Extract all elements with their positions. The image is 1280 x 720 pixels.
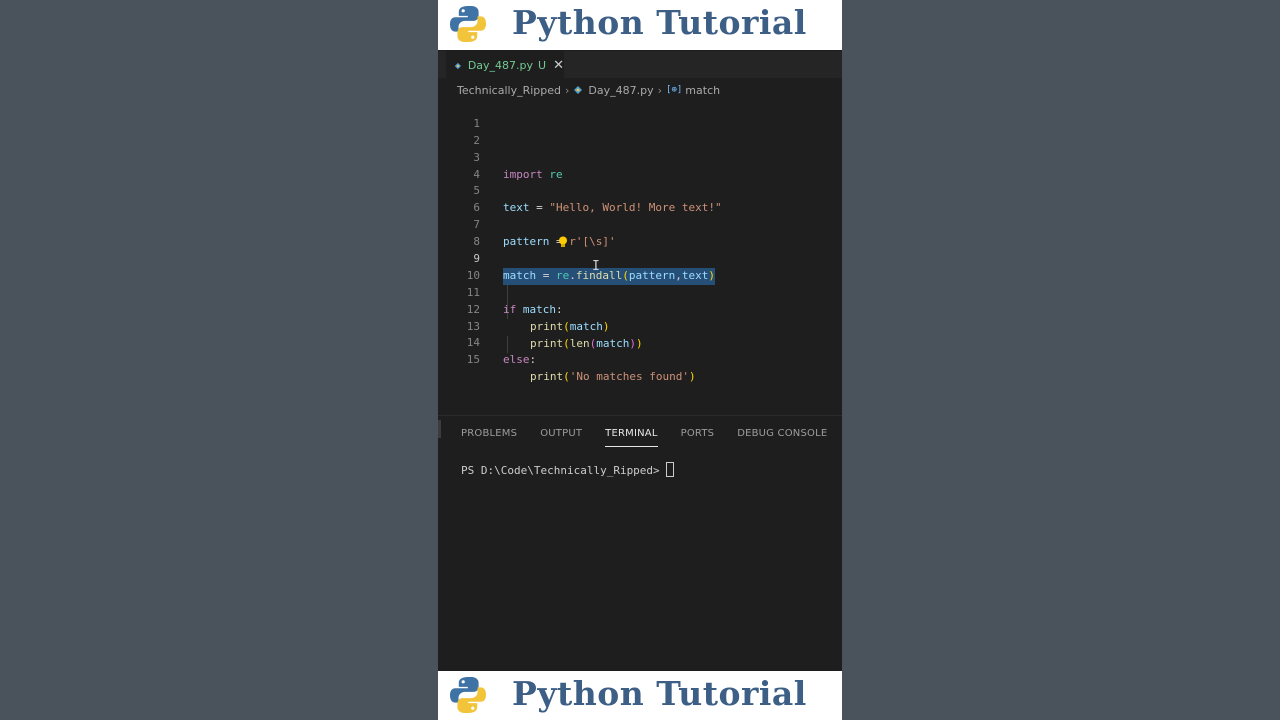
code-line: 1 [438, 99, 842, 130]
code-line: 7 pattern = r'[\s]' [438, 200, 842, 248]
code-line: 4 [438, 150, 842, 181]
terminal-cursor [665, 462, 674, 477]
python-file-icon [454, 62, 462, 69]
code-text: print('No matches found') [530, 370, 696, 384]
editor-tab-bar: Day_487.py U ✕ [438, 51, 842, 79]
line-number: 15 [466, 353, 480, 367]
code-line: 15 print('No matches found') [438, 335, 842, 383]
tab-filename: Day_487.py [467, 59, 534, 72]
bottom-banner: Python Tutorial [438, 671, 842, 720]
code-line: 8 [438, 217, 842, 248]
close-icon[interactable]: ✕ [553, 58, 564, 73]
breadcrumb-folder[interactable]: Technically_Ripped [457, 84, 561, 97]
video-frame: Python Tutorial Day_487.py U ✕ Technical… [438, 0, 842, 720]
panel-tab-bar: PROBLEMS OUTPUT TERMINAL PORTS DEBUG CON… [438, 416, 827, 450]
tab-ports[interactable]: PORTS [681, 428, 715, 439]
chevron-right-icon: › [565, 83, 570, 97]
python-file-icon [574, 86, 583, 94]
tab-debug-console[interactable]: DEBUG CONSOLE [737, 428, 827, 439]
tab-output[interactable]: OUTPUT [540, 428, 582, 439]
code-editor[interactable]: 1 2 3 import re 4 5 text = "Hello, World… [438, 99, 842, 383]
code-line: 14 else: [438, 319, 842, 366]
banner-title: Python Tutorial [512, 674, 807, 713]
code-line: 2 [438, 116, 842, 147]
code-line: 10 [438, 251, 842, 282]
mouse-ibeam-cursor: I [592, 259, 600, 274]
chevron-right-icon: › [657, 83, 663, 97]
terminal-output[interactable]: PS D:\Code\Technically_Ripped> [461, 462, 674, 477]
code-line: 5 text = "Hello, World! More text!" [438, 167, 842, 214]
bottom-panel: PROBLEMS OUTPUT TERMINAL PORTS DEBUG CON… [438, 415, 842, 672]
tab-problems[interactable]: PROBLEMS [461, 428, 517, 439]
breadcrumb-file-label: Day_487.py [588, 83, 654, 97]
tab-terminal[interactable]: TERMINAL [605, 428, 659, 447]
top-banner: Python Tutorial [438, 0, 842, 50]
banner-title: Python Tutorial [512, 3, 807, 42]
code-line-active: 9 match = re.findall(pattern,text) [438, 234, 842, 285]
code-line: 13 print(len(match)) [438, 302, 842, 350]
tab-untracked-badge: U [538, 59, 547, 72]
terminal-prompt: PS D:\Code\Technically_Ripped> [461, 464, 660, 477]
breadcrumb-symbol[interactable]: [⊕] match [666, 84, 720, 97]
code-line: 11 if match: [438, 268, 842, 316]
code-line: 6 [438, 183, 842, 214]
right-backdrop [842, 0, 1280, 720]
breadcrumb-symbol-label: match [685, 83, 721, 97]
code-text: else: [503, 353, 537, 367]
tab-day-487[interactable]: Day_487.py U ✕ [446, 51, 564, 79]
code-line: 3 import re [438, 133, 842, 181]
python-logo-icon [450, 677, 486, 713]
code-line: 12 print(match) [438, 285, 842, 333]
python-logo-icon [450, 6, 486, 42]
left-backdrop [0, 0, 438, 720]
symbol-variable-icon: [⊕] [666, 85, 683, 95]
breadcrumb-file[interactable]: Day_487.py [573, 83, 654, 97]
